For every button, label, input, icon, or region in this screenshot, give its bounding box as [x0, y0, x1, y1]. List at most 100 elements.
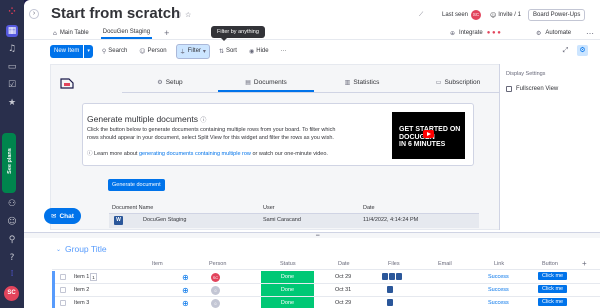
file-icon[interactable] — [389, 273, 395, 280]
link-cell[interactable]: Success — [488, 287, 509, 293]
automate-button[interactable]: ⚙ Automate — [536, 27, 571, 39]
widget-tab-subscription[interactable]: ▭ Subscription — [410, 79, 506, 92]
new-item-button[interactable]: New Item ▾ — [50, 44, 93, 58]
page-title[interactable]: Start from scratch — [51, 5, 180, 22]
group-title[interactable]: Group Title — [65, 244, 107, 254]
monday-logo-icon[interactable]: ⁘ — [6, 6, 18, 18]
document-name[interactable]: DocuGen Staging — [143, 217, 186, 223]
chevron-down-icon[interactable]: ▾ — [83, 44, 93, 58]
chevron-down-icon[interactable]: ▾ — [203, 48, 206, 55]
fullscreen-view-option[interactable]: Fullscreen View — [506, 86, 558, 92]
invite-members-icon[interactable]: ☺ — [6, 216, 18, 228]
status-badge[interactable]: Done — [261, 271, 314, 283]
file-icons[interactable] — [387, 286, 393, 293]
row-checkbox[interactable] — [60, 274, 66, 280]
subitem-count-badge[interactable]: 1 — [90, 273, 97, 281]
file-icons[interactable] — [382, 273, 402, 280]
generate-document-button[interactable]: Generate document — [108, 179, 165, 191]
workspace-icon[interactable]: ▦ — [6, 25, 18, 37]
link-cell[interactable]: Success — [488, 274, 509, 280]
more-toolbar-button[interactable]: ··· — [278, 46, 290, 56]
person-avatar-empty-icon[interactable]: ☺ — [211, 299, 220, 308]
sort-button[interactable]: ⇅ Sort — [216, 46, 240, 57]
more-options-icon[interactable]: ⋯ — [586, 27, 594, 39]
person-avatar-empty-icon[interactable]: ☺ — [211, 286, 220, 295]
bell-icon[interactable]: ♫ — [6, 43, 18, 55]
collapse-sidebar-button[interactable]: › — [29, 9, 39, 19]
info-icon[interactable]: ⓘ — [174, 11, 185, 19]
chevron-down-icon[interactable]: ⌄ — [56, 246, 61, 253]
hide-button[interactable]: ◉ Hide — [246, 46, 272, 57]
add-column-icon[interactable]: + — [582, 259, 587, 268]
favorites-icon[interactable]: ★ — [6, 97, 18, 109]
widget-tab-documents[interactable]: ▤ Documents — [218, 79, 314, 92]
info-icon[interactable]: ⓘ — [200, 117, 206, 124]
row-checkbox[interactable] — [60, 287, 66, 293]
fullscreen-view-label: Fullscreen View — [516, 86, 559, 92]
integrate-button[interactable]: ⊕ Integrate ● ● ● — [450, 27, 501, 39]
fullscreen-icon[interactable]: ⤢ — [560, 45, 571, 56]
click-me-button[interactable]: Click me — [538, 285, 568, 293]
file-icon[interactable] — [387, 286, 393, 293]
group-header[interactable]: ⌄ Group Title — [56, 244, 107, 254]
tab-label: DocuGen Staging — [102, 29, 151, 35]
apps-grid-icon[interactable]: ⁞ — [6, 268, 18, 280]
click-me-button[interactable]: Click me — [538, 298, 568, 306]
file-icons[interactable] — [387, 299, 393, 306]
date-cell[interactable]: Oct 29 — [335, 300, 351, 306]
video-thumbnail[interactable]: GET STARTED ON DOCUGEN IN 6 MINUTES — [392, 112, 465, 159]
integrations-icon[interactable]: ⚇ — [6, 198, 18, 210]
person-avatar[interactable]: SC — [211, 273, 220, 282]
date-cell[interactable]: Oct 31 — [335, 287, 351, 293]
search-button[interactable]: ⚲ Search — [99, 46, 130, 57]
item-name[interactable]: Item 1 — [74, 274, 89, 280]
status-badge[interactable]: Done — [261, 284, 314, 296]
click-me-button[interactable]: Click me — [538, 272, 568, 280]
checkbox[interactable] — [506, 86, 512, 92]
chat-button[interactable]: ✉ Chat — [44, 208, 81, 224]
star-icon[interactable]: ☆ — [185, 11, 195, 19]
user-avatar[interactable]: SC — [4, 286, 19, 301]
robot-icon: ⚙ — [536, 29, 542, 37]
link-cell[interactable]: Success — [488, 300, 509, 306]
drag-handle-icon[interactable]: ═ — [316, 233, 320, 239]
file-icon[interactable] — [396, 273, 402, 280]
table-row[interactable]: Item 1 1 ⊕ SC Done Oct 29 Success Click … — [52, 271, 600, 284]
table-row[interactable]: Item 2 ⊕ ☺ Done Oct 31 Success Click me — [52, 284, 600, 297]
last-seen[interactable]: Last seen SC — [442, 8, 482, 22]
learn-more-link[interactable]: generating documents containing multiple… — [139, 151, 251, 157]
play-icon[interactable] — [423, 130, 434, 138]
item-name[interactable]: Item 3 — [74, 300, 89, 306]
widget-tabs-divider — [122, 92, 506, 93]
tab-main-table[interactable]: ⌂ Main Table — [51, 27, 91, 39]
add-update-icon[interactable]: ⊕ — [182, 273, 189, 282]
filter-button[interactable]: ⏚ Filter ▾ — [175, 43, 210, 59]
activity-icon[interactable]: ⟋ — [419, 8, 423, 22]
split-view-divider[interactable]: ═ — [24, 232, 600, 239]
widget-tab-statistics[interactable]: ▥ Statistics — [314, 79, 410, 92]
add-update-icon[interactable]: ⊕ — [182, 286, 189, 295]
file-icon[interactable] — [387, 299, 393, 306]
search-icon[interactable]: ⚲ — [6, 234, 18, 246]
tab-docugen-staging[interactable]: DocuGen Staging — [100, 27, 153, 39]
add-update-icon[interactable]: ⊕ — [182, 299, 189, 308]
person-filter-button[interactable]: ☺ Person — [136, 46, 169, 57]
see-plans-button[interactable]: See plans — [2, 133, 16, 193]
widget-tab-setup[interactable]: ⚙ Setup — [122, 79, 218, 92]
board-power-ups-button[interactable]: Board Power-Ups — [528, 9, 586, 21]
toolbar: New Item ▾ ⚲ Search ☺ Person ⏚ Filter ▾ ⇅ Sor… — [50, 43, 290, 59]
status-badge[interactable]: Done — [261, 297, 314, 308]
table-row[interactable]: W DocuGen Staging Sami Caracand 11/4/202… — [109, 214, 479, 228]
widget-settings-icon[interactable]: ⚙ — [577, 45, 588, 56]
help-icon[interactable]: ? — [6, 252, 18, 264]
inbox-icon[interactable]: ▭ — [6, 61, 18, 73]
row-checkbox[interactable] — [60, 300, 66, 306]
add-view-icon[interactable]: + — [162, 27, 171, 39]
sort-label: Sort — [225, 48, 237, 54]
invite-button[interactable]: ☺ Invite / 1 — [490, 8, 521, 22]
date-cell[interactable]: Oct 29 — [335, 274, 351, 280]
my-work-icon[interactable]: ☑ — [6, 79, 18, 91]
file-icon[interactable] — [382, 273, 388, 280]
item-name[interactable]: Item 2 — [74, 287, 89, 293]
table-row[interactable]: Item 3 ⊕ ☺ Done Oct 29 Success Click me — [52, 297, 600, 308]
